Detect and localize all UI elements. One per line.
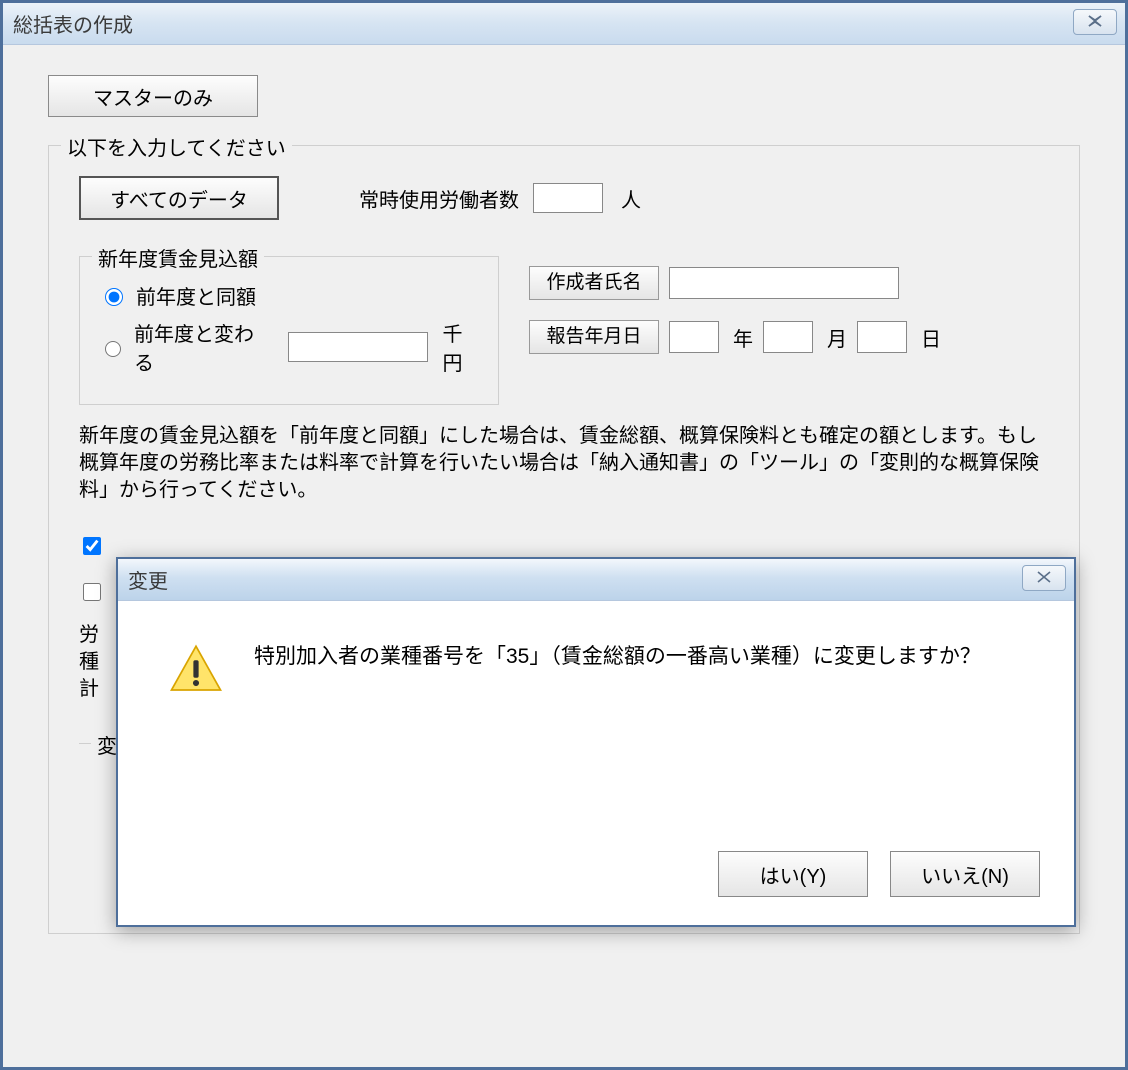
year-unit: 年 [733,323,753,352]
wage-forecast-legend: 新年度賃金見込額 [92,243,264,272]
creator-input[interactable] [669,267,899,299]
checkbox-1[interactable] [83,537,101,555]
radio-same-label: 前年度と同額 [136,281,256,310]
radio-same-row[interactable]: 前年度と同額 [100,281,478,310]
radio-same[interactable] [105,288,123,306]
dialog-titlebar: 変更 [118,559,1074,601]
main-titlebar: 総括表の作成 [3,3,1125,45]
close-icon [1035,570,1053,586]
dialog-title: 変更 [128,565,168,594]
creator-row: 作成者氏名 [529,266,1049,300]
dialog-no-button[interactable]: いいえ(N) [890,851,1040,897]
month-input[interactable] [763,321,813,353]
dialog-body: 特別加入者の業種番号を「35」（賃金総額の一番高い業種）に変更しますか？ [118,601,1074,722]
fieldset-legend: 以下を入力してください [61,132,292,161]
note-text: 新年度の賃金見込額を「前年度と同額」にした場合は、賃金総額、概算保険料とも確定の… [79,423,1049,504]
dialog-message: 特別加入者の業種番号を「35」（賃金総額の一番高い業種）に変更しますか？ [254,641,981,702]
row-top: すべてのデータ 常時使用労働者数 人 [79,176,1049,220]
change-amount-input[interactable] [288,332,428,362]
window-title: 総括表の作成 [13,9,133,38]
radio-change-label: 前年度と変わる [134,318,258,376]
close-button[interactable] [1073,9,1117,35]
radio-change-row[interactable]: 前年度と変わる 千円 [100,318,478,376]
month-unit: 月 [827,323,847,352]
confirm-dialog: 変更 特別加入者の業種番号を「35」（賃金総額の一番高い業種）に変更しますか？ … [116,557,1076,927]
wage-forecast-fieldset: 新年度賃金見込額 前年度と同額 前年度と変わる 千円 [79,256,499,405]
right-column: 作成者氏名 報告年月日 年 月 日 [529,256,1049,405]
workers-input[interactable] [533,183,603,213]
workers-unit: 人 [621,184,641,213]
day-unit: 日 [921,323,941,352]
change-unit: 千円 [442,318,478,376]
dialog-yes-button[interactable]: はい(Y) [718,851,868,897]
day-input[interactable] [857,321,907,353]
year-input[interactable] [669,321,719,353]
dialog-close-button[interactable] [1022,565,1066,591]
dialog-buttons: はい(Y) いいえ(N) [718,851,1040,897]
all-data-button[interactable]: すべてのデータ [79,176,279,220]
warning-icon [168,641,224,702]
report-date-row: 報告年月日 年 月 日 [529,320,1049,354]
checkbox-2[interactable] [83,583,101,601]
master-only-button[interactable]: マスターのみ [48,75,258,117]
radio-change[interactable] [105,340,121,358]
report-date-label: 報告年月日 [529,320,659,354]
close-icon [1086,14,1104,30]
two-column: 新年度賃金見込額 前年度と同額 前年度と変わる 千円 作成者氏名 [79,256,1049,405]
creator-label: 作成者氏名 [529,266,659,300]
checkbox-row-1[interactable] [79,534,1049,558]
workers-label: 常時使用労働者数 [359,184,519,213]
